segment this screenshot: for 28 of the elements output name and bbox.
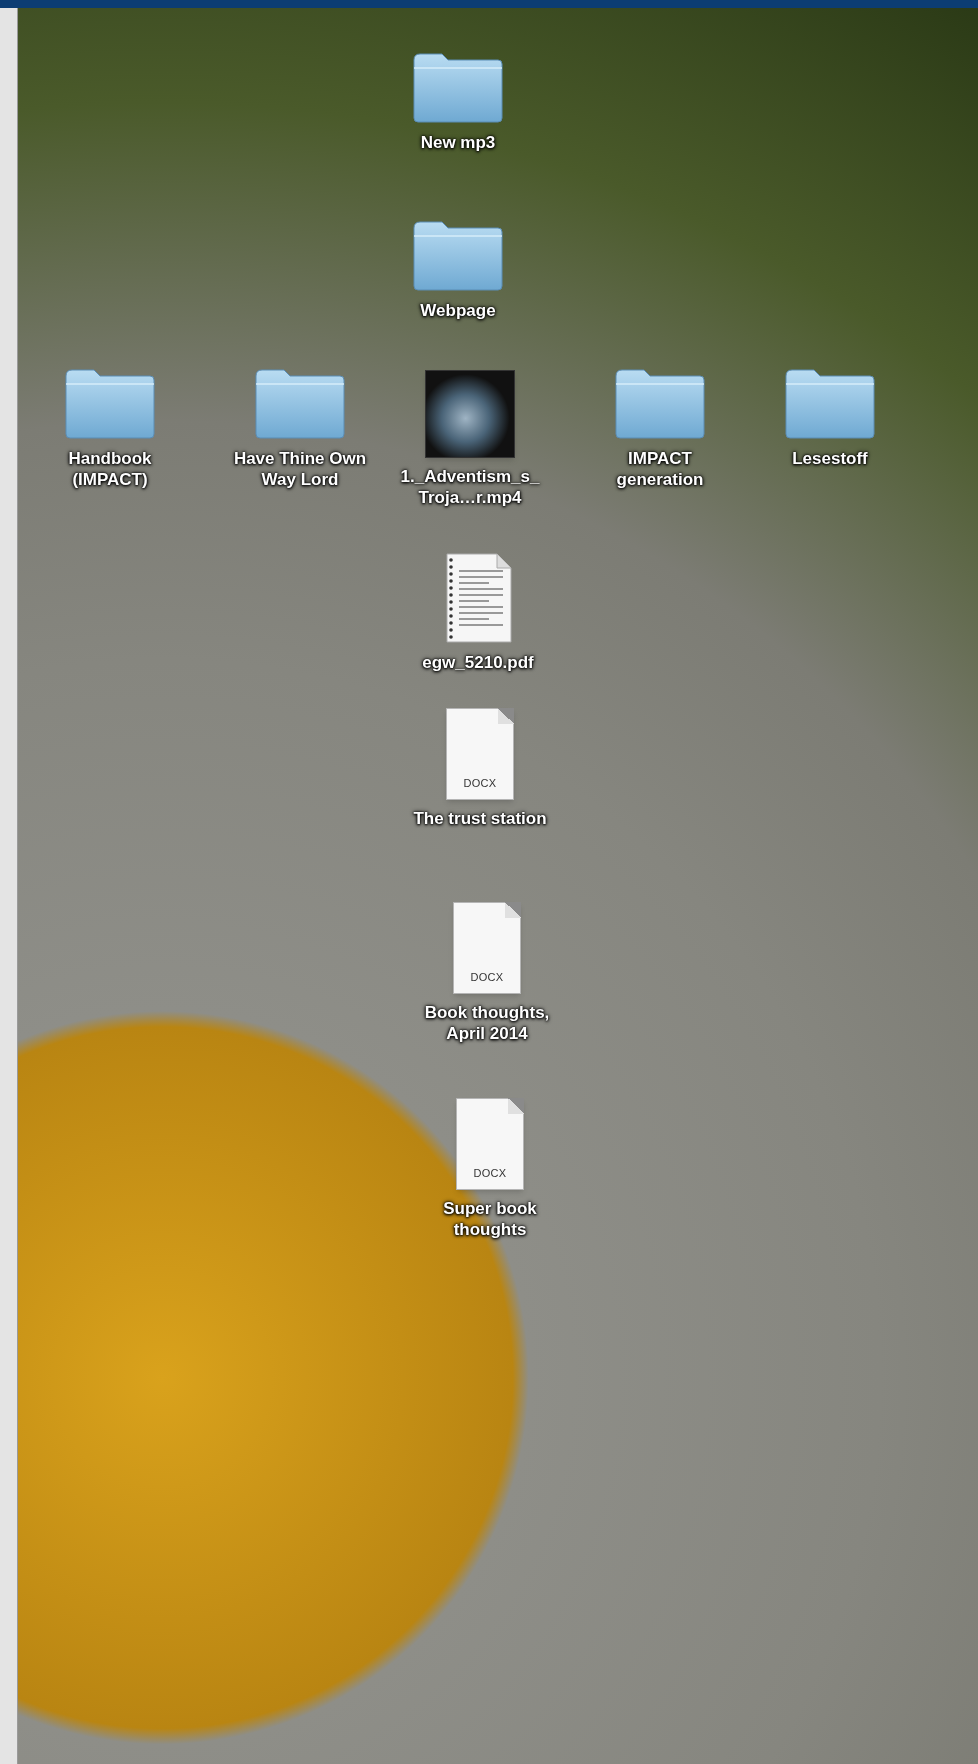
file-name-label[interactable]: Book thoughts, April 2014 — [419, 1002, 555, 1044]
folder-icon[interactable] — [410, 218, 506, 292]
file-name-label[interactable]: Have Thine Own Way Lord — [232, 448, 368, 490]
folder-icon[interactable] — [62, 366, 158, 440]
file-type-label: DOCX — [470, 969, 504, 985]
file-name-label[interactable]: The trust station — [412, 808, 548, 829]
folder-icon[interactable] — [252, 366, 348, 440]
folded-corner — [505, 902, 521, 918]
file-name-label[interactable]: Super book thoughts — [422, 1198, 558, 1240]
folder-icon[interactable] — [612, 366, 708, 440]
document-icon[interactable]: DOCX — [446, 708, 514, 800]
document-icon[interactable] — [443, 552, 513, 644]
file-name-label[interactable]: Webpage — [390, 300, 526, 321]
video-thumbnail[interactable] — [425, 370, 515, 458]
file-type-label: DOCX — [463, 775, 497, 791]
file-name-label[interactable]: 1._Adventism_s_Troja…r.mp4 — [400, 466, 540, 508]
folded-corner — [498, 708, 514, 724]
file-type-label: DOCX — [473, 1165, 507, 1181]
folded-corner — [508, 1098, 524, 1114]
file-name-label[interactable]: Lesestoff — [762, 448, 898, 469]
document-icon[interactable]: DOCX — [453, 902, 521, 994]
file-name-label[interactable]: New mp3 — [390, 132, 526, 153]
document-icon[interactable]: DOCX — [456, 1098, 524, 1190]
file-name-label[interactable]: Handbook (IMPACT) — [42, 448, 178, 490]
file-name-label[interactable]: IMPACT generation — [592, 448, 728, 490]
folder-icon[interactable] — [410, 50, 506, 124]
folder-icon[interactable] — [782, 366, 878, 440]
file-name-label[interactable]: egw_5210.pdf — [410, 652, 546, 673]
